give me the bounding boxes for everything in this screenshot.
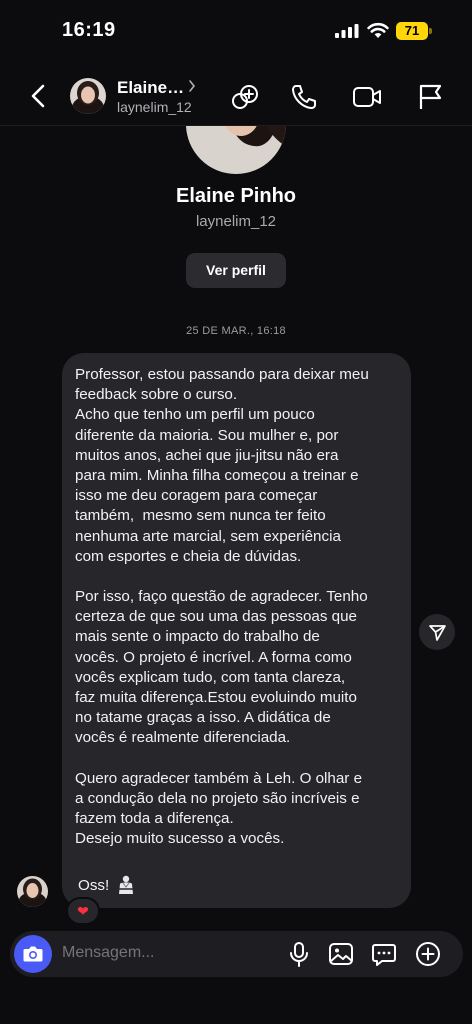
battery-level: 71 bbox=[396, 22, 428, 40]
profile-username: laynelim_12 bbox=[195, 213, 277, 230]
chat-header: Elaine… laynelim_12 bbox=[0, 62, 472, 126]
message-paragraph: Quero agradecer também à Leh. O olhar e … bbox=[75, 769, 363, 848]
profile-name: Elaine Pinho bbox=[175, 185, 297, 207]
closing-text: Oss! bbox=[78, 876, 110, 894]
video-effects-icon[interactable] bbox=[231, 82, 261, 112]
contact-name[interactable]: Elaine… bbox=[117, 78, 184, 98]
sender-avatar[interactable] bbox=[17, 876, 48, 907]
message-paragraph: Por isso, faço questão de agradecer. Ten… bbox=[75, 588, 368, 747]
share-button[interactable] bbox=[419, 614, 455, 650]
cellular-signal-icon bbox=[335, 24, 359, 38]
camera-icon bbox=[23, 946, 43, 962]
gallery-icon[interactable] bbox=[327, 940, 355, 968]
martial-arts-uniform-icon bbox=[119, 875, 134, 894]
video-call-icon[interactable] bbox=[352, 82, 382, 112]
view-profile-button[interactable]: Ver perfil bbox=[186, 253, 286, 288]
message-bubble[interactable]: Professor, estou passando para deixar me… bbox=[62, 353, 411, 908]
message-paragraph: Professor, estou passando para deixar me… bbox=[75, 366, 369, 565]
message-closing: Oss! bbox=[78, 875, 135, 895]
contact-username[interactable]: laynelim_12 bbox=[117, 99, 192, 115]
message-input[interactable] bbox=[62, 944, 272, 962]
send-icon bbox=[429, 625, 446, 641]
wifi-icon bbox=[367, 22, 389, 38]
flag-icon[interactable] bbox=[416, 82, 446, 112]
message-timestamp: 25 DE MAR., 16:18 bbox=[186, 325, 286, 337]
add-icon[interactable] bbox=[414, 940, 442, 968]
microphone-icon[interactable] bbox=[285, 940, 313, 968]
avatar[interactable] bbox=[70, 78, 106, 114]
back-button[interactable] bbox=[26, 82, 52, 110]
status-time: 16:19 bbox=[62, 19, 116, 41]
chevron-right-icon bbox=[189, 80, 196, 92]
phone-icon[interactable] bbox=[289, 82, 319, 112]
message-composer bbox=[10, 931, 463, 977]
status-bar: 16:19 71 bbox=[0, 0, 472, 62]
camera-button[interactable] bbox=[14, 935, 52, 973]
battery-icon: 71 bbox=[396, 22, 432, 40]
heart-reaction[interactable]: ❤ bbox=[66, 897, 100, 925]
sticker-chat-icon[interactable] bbox=[370, 940, 398, 968]
